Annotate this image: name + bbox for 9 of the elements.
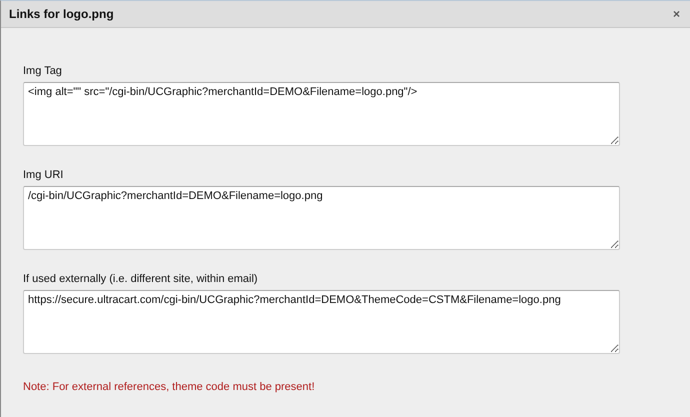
field-label: Img Tag [23, 65, 63, 77]
close-button[interactable]: × [670, 7, 682, 21]
text-area[interactable]: /cgi-bin/UCGraphic?merchantId=DEMO&Filename=logo.png [23, 186, 620, 250]
text-area[interactable]: https://secure.ultracart.com/cgi-bin/UCGraphic?merchantId=DEMO&ThemeCode=CSTM&Filename=logo.png [23, 290, 620, 354]
note-text: Note: For external references, theme code must be present! [23, 381, 316, 393]
window-title: Links for logo.png [9, 7, 114, 21]
field-label: If used externally (i.e. different site, within email) [23, 273, 259, 285]
field-label: Img URI [23, 169, 64, 181]
text-area[interactable]: <img alt="" src="/cgi-bin/UCGraphic?merchantId=DEMO&Filename=logo.png"/> [23, 82, 620, 146]
